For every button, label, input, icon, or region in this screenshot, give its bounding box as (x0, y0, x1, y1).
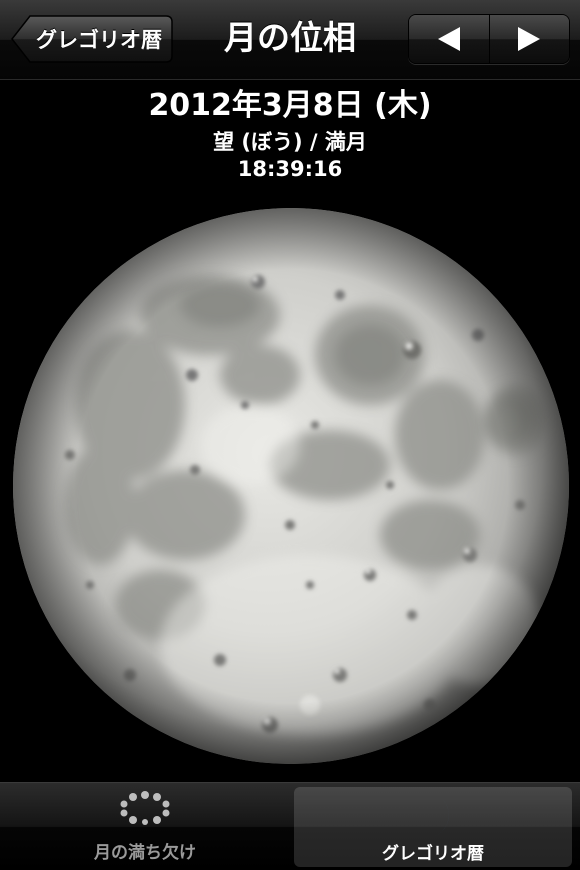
full-moon-illustration (13, 208, 569, 764)
page-title: 月の位相 (224, 18, 356, 57)
back-button-label: グレゴリオ暦 (36, 28, 162, 52)
tab-bar: 月の満ち欠け グレゴリオ暦 (0, 782, 580, 870)
back-button[interactable]: グレゴリオ暦 (10, 14, 174, 64)
tab-moon-phases[interactable]: 月の満ち欠け (0, 783, 290, 869)
moon-image (10, 205, 572, 767)
crescent-moon-icon (412, 797, 449, 838)
right-arrow-icon (518, 27, 541, 51)
moon-phases-icon (120, 791, 170, 825)
time-label: 18:39:16 (237, 157, 343, 181)
tab-gregorian-calendar[interactable]: グレゴリオ暦 (294, 787, 572, 867)
date-label: 2012年3月8日 (木) (148, 88, 432, 123)
phase-info: 2012年3月8日 (木) 望 (ぼう) / 満月 18:39:16 (0, 84, 580, 182)
tab-gregorian-calendar-label: グレゴリオ暦 (382, 844, 484, 864)
tab-moon-phases-label: 月の満ち欠け (94, 843, 196, 863)
phase-name-label: 望 (ぼう) / 満月 (213, 130, 367, 154)
date-navigation-control (408, 14, 570, 64)
next-button[interactable] (488, 15, 569, 63)
left-arrow-icon (437, 27, 460, 51)
previous-button[interactable] (409, 15, 489, 63)
navigation-bar: グレゴリオ暦 月の位相 (0, 0, 580, 80)
